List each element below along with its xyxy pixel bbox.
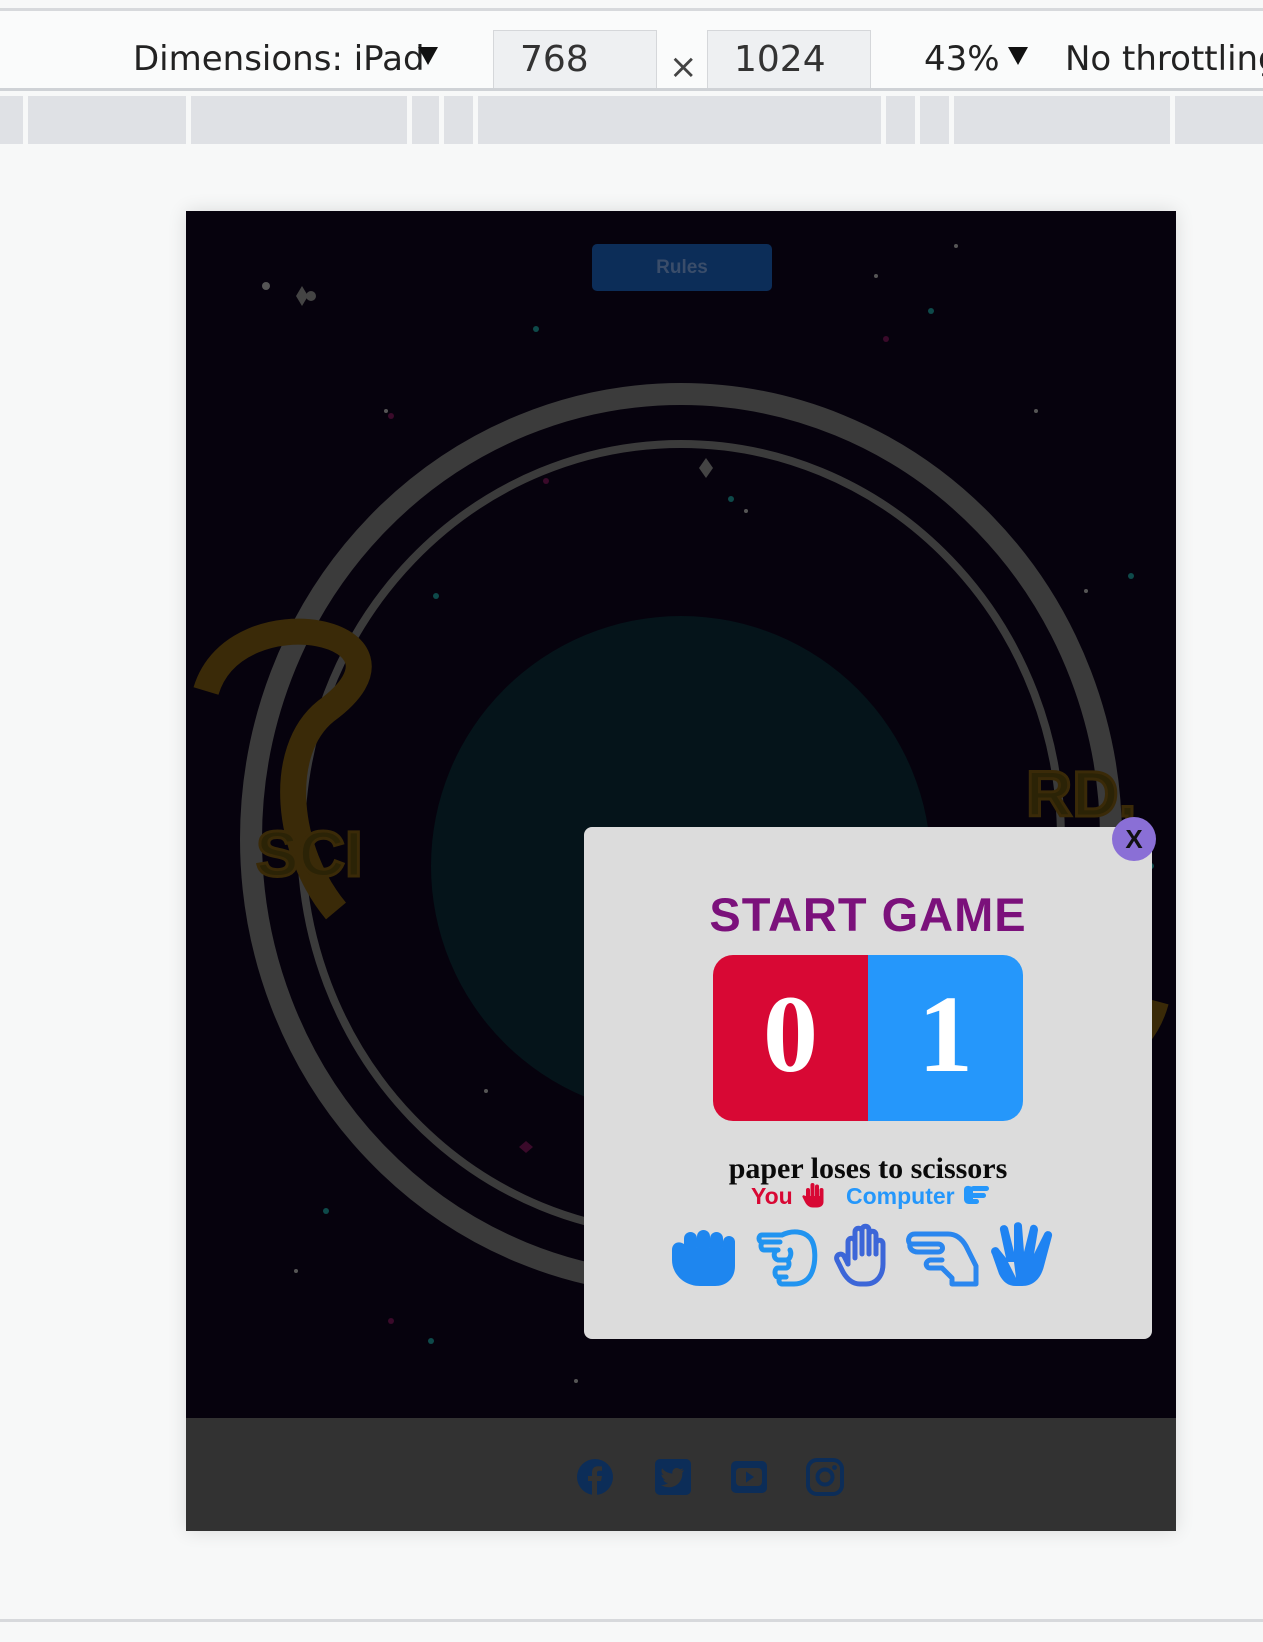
computer-score-panel: 1 (868, 955, 1023, 1121)
hand-spock-icon (991, 1222, 1053, 1286)
page-footer (186, 1418, 1176, 1531)
media-query-ruler[interactable] (0, 96, 1263, 144)
round-result: paper loses to scissors (728, 1152, 1008, 1185)
youtube-icon[interactable] (730, 1458, 768, 1496)
ruler-divider (1170, 96, 1175, 144)
ruler-divider (186, 96, 191, 144)
instagram-icon[interactable] (806, 1458, 844, 1496)
ruler-divider (881, 96, 886, 144)
facebook-icon[interactable] (576, 1458, 614, 1496)
hand-scissors-icon (756, 1229, 818, 1287)
player-label: You (751, 1183, 793, 1209)
sparkle (699, 458, 713, 478)
game-modal: X START GAME 0 1 paper loses to scissors… (584, 817, 1156, 1339)
hand-scissors-icon (964, 1185, 989, 1204)
ruler-divider (473, 96, 478, 144)
sparkle (296, 286, 308, 306)
scoreboard: 0 1 (713, 955, 1023, 1121)
logo-text-left: SCI (256, 818, 363, 890)
throttling-dropdown[interactable]: No throttling (1065, 39, 1263, 79)
rules-button[interactable]: Rules (592, 244, 772, 291)
player-score-panel: 0 (713, 955, 868, 1121)
devtools-bottom-border (0, 1619, 1263, 1622)
height-input[interactable]: 1024 (707, 30, 871, 90)
hand-lizard-icon (906, 1231, 979, 1287)
scissors-button[interactable] (752, 1222, 822, 1288)
rock-button[interactable] (670, 1222, 740, 1288)
sparkle (519, 1141, 533, 1153)
logo-text-right: RD, (1026, 758, 1136, 830)
width-input[interactable]: 768 (493, 30, 657, 90)
dimensions-dropdown[interactable]: Dimensions: iPad (133, 39, 425, 79)
ruler-divider (407, 96, 412, 144)
hand-paper-icon (802, 1183, 824, 1208)
close-button[interactable]: X (1112, 817, 1156, 861)
twitter-icon[interactable] (654, 1458, 692, 1496)
spock-button[interactable] (986, 1222, 1056, 1288)
dimensions-chevron-down-icon[interactable] (418, 47, 438, 65)
ruler-divider (915, 96, 920, 144)
modal-title: START GAME (709, 888, 1027, 941)
ruler-divider (23, 96, 28, 144)
device-viewport: SCI RD, Rules X START GAME 0 1 paper los… (186, 211, 1176, 1531)
hand-paper-icon (834, 1223, 886, 1287)
player-score: 0 (763, 973, 818, 1095)
zoom-chevron-down-icon[interactable] (1008, 47, 1028, 65)
computer-score: 1 (918, 973, 973, 1095)
lizard-button[interactable] (904, 1222, 980, 1288)
computer-label: Computer (846, 1183, 955, 1209)
zoom-dropdown[interactable]: 43% (924, 39, 1000, 79)
toolbar-divider (0, 88, 1263, 91)
paper-button[interactable] (830, 1222, 900, 1288)
times-symbol: × (669, 47, 698, 87)
ruler-divider (949, 96, 954, 144)
hand-rock-icon (672, 1230, 735, 1286)
ruler-divider (439, 96, 444, 144)
device-toolbar: Dimensions: iPad 768 × 1024 43% No throt… (0, 11, 1263, 90)
